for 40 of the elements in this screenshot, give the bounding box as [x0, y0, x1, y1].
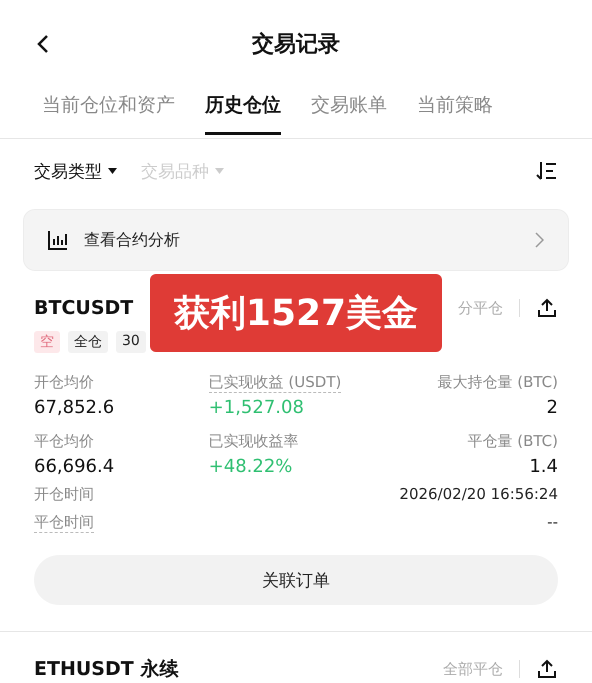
filter-dropdown[interactable]: 交易类型: [34, 160, 117, 182]
stat-value: +1,527.08: [208, 397, 304, 418]
close-position-link[interactable]: 分平仓: [458, 298, 503, 318]
stat-label: 开仓均价: [34, 373, 94, 393]
tab[interactable]: 交易账单: [311, 88, 387, 135]
margin-mode-tag: 全仓: [68, 331, 108, 353]
caret-icon: [108, 168, 117, 174]
tab[interactable]: 历史仓位: [205, 88, 281, 135]
side-tag: 空: [34, 331, 60, 353]
time-value: 2026/02/20 16:56:24: [399, 485, 558, 505]
stat-label: 已实现收益 (USDT): [208, 373, 342, 393]
contract-symbol: ETHUSDT 永续: [34, 657, 178, 682]
stat-label: 最大持仓量 (BTC): [437, 373, 558, 393]
bar-chart-icon: [48, 230, 68, 250]
contract-symbol: BTCUSDT: [34, 297, 134, 319]
chevron-right-icon: [535, 232, 544, 248]
share-icon[interactable]: [536, 658, 558, 680]
profit-banner: 获利1527美金: [150, 274, 442, 352]
stat-value: 67,852.6: [34, 397, 114, 418]
caret-icon: [215, 168, 224, 174]
leverage-tag: 30: [116, 331, 146, 353]
tab[interactable]: 当前策略: [417, 88, 493, 135]
time-label: 平仓时间: [34, 513, 94, 533]
time-value: --: [547, 513, 558, 533]
page-title: 交易记录: [252, 30, 340, 59]
linked-orders-button[interactable]: 关联订单: [34, 555, 558, 605]
share-icon[interactable]: [536, 297, 558, 319]
close-all-link[interactable]: 全部平仓: [443, 660, 503, 678]
contract-analysis-link[interactable]: 查看合约分析: [23, 209, 569, 271]
stat-label: 平仓量 (BTC): [467, 432, 558, 452]
stat-label: 平仓均价: [34, 432, 94, 452]
tab[interactable]: 当前仓位和资产: [42, 88, 175, 135]
stat-value: 1.4: [529, 456, 558, 477]
stat-value: +48.22%: [208, 456, 292, 477]
back-icon[interactable]: [36, 34, 50, 54]
sort-icon[interactable]: [536, 161, 558, 181]
time-label: 开仓时间: [34, 485, 94, 505]
stat-label: 已实现收益率: [208, 432, 299, 452]
stat-value: 2: [546, 397, 558, 418]
stat-value: 66,696.4: [34, 456, 114, 477]
